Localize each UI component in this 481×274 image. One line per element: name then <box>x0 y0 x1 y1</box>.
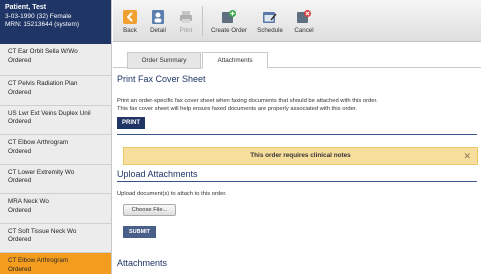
section-divider <box>117 134 477 135</box>
person-detail-icon <box>152 10 164 24</box>
order-status: Ordered <box>8 118 32 125</box>
order-list-item[interactable]: US Lwr Ext Veins Duplex Unil Ordered <box>0 105 111 135</box>
upload-section-title: Upload Attachments <box>117 169 198 179</box>
order-status: Ordered <box>8 56 32 64</box>
order-status: Ordered <box>8 88 32 96</box>
order-sidebar: Patient, Test 3-03-1990 (32) Female MRN:… <box>0 0 112 274</box>
back-label: Back <box>123 27 137 34</box>
order-status: Ordered <box>8 265 32 273</box>
patient-mrn: MRN: 15213644 (system) <box>5 21 80 28</box>
cancel-order-icon <box>297 10 311 23</box>
toolbar-divider <box>202 6 203 36</box>
schedule-label: Schedule <box>257 27 283 34</box>
tab-attachments[interactable]: Attachments <box>202 52 268 69</box>
order-title: CT Elbow Arthrogram <box>8 139 69 146</box>
tab-bar: Order Summary Attachments <box>113 48 481 69</box>
back-arrow-icon <box>123 10 137 24</box>
order-title: CT Lower Extremity Wo <box>8 168 75 176</box>
close-icon[interactable]: ✕ <box>463 148 471 164</box>
add-order-icon <box>222 10 236 23</box>
fax-instructions-line2: This fax cover sheet will help ensure fa… <box>117 106 358 112</box>
order-title: MRA Neck Wo <box>8 198 49 205</box>
clinical-notes-notice: This order requires clinical notes ✕ <box>123 147 478 165</box>
cancel-button[interactable]: Cancel <box>288 0 320 42</box>
submit-button[interactable]: SUBMIT <box>123 226 156 238</box>
order-title: CT Pelvis Radiation Plan <box>8 80 78 87</box>
order-list-item[interactable]: CT Soft Tissue Neck Wo Ordered <box>0 223 111 253</box>
patient-name: Patient, Test <box>5 4 47 11</box>
order-list-item[interactable]: CT Pelvis Radiation Plan Ordered <box>0 76 111 106</box>
back-button[interactable]: Back <box>117 0 143 42</box>
patient-header: Patient, Test 3-03-1990 (32) Female MRN:… <box>0 0 111 44</box>
order-title: CT Soft Tissue Neck Wo <box>8 227 77 235</box>
choose-file-button[interactable]: Choose File... <box>123 204 176 216</box>
section-divider <box>117 181 477 182</box>
order-list-item[interactable]: CT Lower Extremity Wo Ordered <box>0 164 111 194</box>
order-status: Ordered <box>8 147 32 155</box>
print-label: Print <box>179 27 193 34</box>
order-status: Ordered <box>8 236 32 243</box>
order-status: Ordered <box>8 206 32 214</box>
order-title: CT Ear Orbit Sella W/Wo <box>8 48 78 55</box>
order-list-item[interactable]: MRA Neck Wo Ordered <box>0 194 111 224</box>
printer-icon <box>180 11 192 23</box>
cancel-label: Cancel <box>294 27 314 34</box>
order-list-item-active[interactable]: CT Elbow Arthrogram Ordered <box>0 253 111 274</box>
toolbar: Back Detail Print Create Order Schedule … <box>113 0 481 42</box>
order-list: CT Ear Orbit Sella W/Wo Ordered CT Pelvi… <box>0 44 111 274</box>
create-order-button[interactable]: Create Order <box>206 0 252 42</box>
detail-button[interactable]: Detail <box>143 0 173 42</box>
tab-order-summary[interactable]: Order Summary <box>127 52 201 69</box>
order-status: Ordered <box>8 177 32 184</box>
calendar-edit-icon <box>263 12 277 23</box>
order-title: CT Elbow Arthrogram <box>8 257 69 264</box>
fax-section-title: Print Fax Cover Sheet <box>117 74 206 84</box>
attachments-section-title: Attachments <box>117 258 168 268</box>
order-list-item[interactable]: CT Elbow Arthrogram Ordered <box>0 135 111 165</box>
create-order-label: Create Order <box>210 27 248 34</box>
order-list-item[interactable]: CT Ear Orbit Sella W/Wo Ordered <box>0 44 111 76</box>
upload-description: Upload document(s) to attach to this ord… <box>117 191 227 197</box>
notice-text: This order requires clinical notes <box>250 152 351 159</box>
print-fax-button[interactable]: PRINT <box>117 117 145 129</box>
patient-demographics: 3-03-1990 (32) Female <box>5 12 72 20</box>
schedule-button[interactable]: Schedule <box>252 0 288 42</box>
print-button[interactable]: Print <box>173 0 199 42</box>
detail-label: Detail <box>150 27 166 34</box>
order-title: US Lwr Ext Veins Duplex Unil <box>8 109 91 117</box>
